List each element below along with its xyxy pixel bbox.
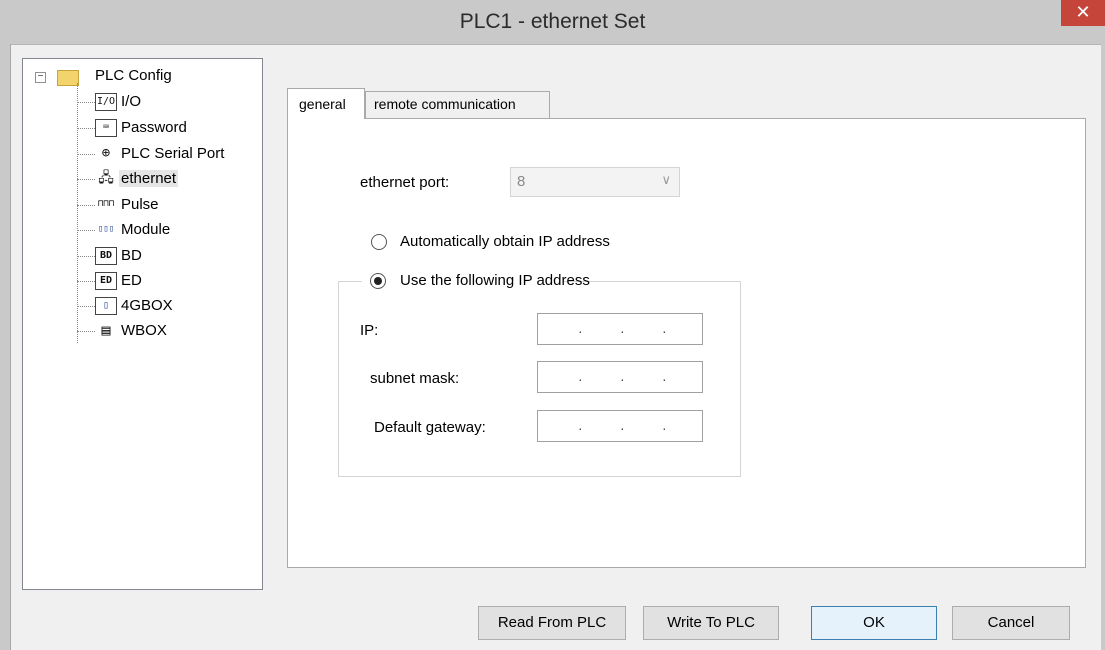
- ok-button[interactable]: OK: [811, 606, 937, 640]
- tree-connector: [77, 179, 95, 180]
- tab-remote-communication[interactable]: remote communication: [365, 91, 550, 118]
- tree-item-label: Pulse: [121, 196, 159, 213]
- default-gateway-input[interactable]: · · ·: [537, 410, 703, 442]
- title-bar: PLC1 - ethernet Set ✕: [0, 0, 1105, 45]
- tree-connector: [77, 205, 95, 206]
- ip-octet-separator: ·: [578, 323, 583, 339]
- close-button[interactable]: ✕: [1061, 0, 1105, 26]
- ethernet-port-label: ethernet port:: [360, 174, 450, 191]
- ip-octet-separator: ·: [662, 371, 667, 387]
- tree-connector: [77, 331, 95, 332]
- tree-connector: [77, 83, 78, 343]
- tree-item-label: Module: [121, 221, 171, 238]
- ip-octet-separator: ·: [578, 420, 583, 436]
- config-tree[interactable]: − PLC Config I/O I/O ⌨ Password ⊕ PLC Se…: [22, 58, 263, 590]
- ip-octet-separator: ·: [662, 420, 667, 436]
- radio-auto-ip[interactable]: [371, 234, 387, 250]
- collapse-icon[interactable]: −: [35, 72, 46, 83]
- radio-selected-dot: [374, 277, 382, 285]
- tree-item-label: I/O: [121, 93, 142, 110]
- tree-item-label: PLC Serial Port: [121, 145, 225, 162]
- window-frame-left: [0, 44, 11, 650]
- static-ip-legend: Use the following IP address: [362, 270, 590, 292]
- pulse-icon: ⊓⊓⊓: [97, 199, 115, 209]
- read-from-plc-button[interactable]: Read From PLC: [478, 606, 626, 640]
- 4gbox-icon: ▯: [95, 297, 117, 315]
- radio-manual-ip-label[interactable]: Use the following IP address: [400, 272, 590, 289]
- tree-connector: [77, 128, 95, 129]
- ed-icon: ED: [95, 272, 117, 290]
- password-icon: ⌨: [95, 119, 117, 137]
- ethernet-port-select[interactable]: 8 ∨: [510, 167, 680, 197]
- ip-octet-separator: ·: [620, 323, 625, 339]
- io-icon: I/O: [95, 93, 117, 111]
- subnet-mask-label: subnet mask:: [370, 370, 460, 387]
- subnet-mask-input[interactable]: · · ·: [537, 361, 703, 393]
- tree-root-label: PLC Config: [95, 67, 172, 84]
- ip-octet-separator: ·: [662, 323, 667, 339]
- window-frame-right: [1101, 44, 1105, 650]
- ip-octet-separator: ·: [620, 371, 625, 387]
- radio-manual-ip[interactable]: [370, 273, 386, 289]
- default-gateway-label: Default gateway:: [374, 419, 486, 436]
- radio-auto-ip-label[interactable]: Automatically obtain IP address: [400, 233, 610, 250]
- tree-connector: [77, 154, 95, 155]
- write-to-plc-button[interactable]: Write To PLC: [643, 606, 779, 640]
- ethernet-icon: 🖧: [98, 170, 114, 186]
- module-icon: ▯▯▯: [97, 224, 115, 234]
- tree-item-label: BD: [121, 247, 142, 264]
- tree-item-label: WBOX: [121, 322, 167, 339]
- folder-icon: [57, 70, 79, 86]
- ethernet-port-value: 8: [517, 173, 526, 190]
- tree-item-label: ED: [121, 272, 142, 289]
- ip-octet-separator: ·: [620, 420, 625, 436]
- ip-label: IP:: [360, 322, 379, 339]
- tree-item-label: ethernet: [119, 170, 179, 187]
- window-title: PLC1 - ethernet Set: [459, 10, 646, 33]
- tree-item-label: 4GBOX: [121, 297, 173, 314]
- bd-icon: BD: [95, 247, 117, 265]
- tree-connector: [77, 102, 95, 103]
- wbox-icon: ▤: [101, 321, 111, 339]
- ip-octet-separator: ·: [578, 371, 583, 387]
- ip-address-input[interactable]: · · ·: [537, 313, 703, 345]
- tab-general[interactable]: general: [287, 88, 365, 119]
- tree-connector: [77, 281, 95, 282]
- tree-connector: [77, 306, 95, 307]
- chevron-down-icon: ∨: [661, 172, 671, 187]
- tree-item-label: Password: [121, 119, 187, 136]
- cancel-button[interactable]: Cancel: [952, 606, 1070, 640]
- tree-connector: [77, 230, 95, 231]
- serial-port-icon: ⊕: [101, 145, 111, 161]
- tree-connector: [77, 256, 95, 257]
